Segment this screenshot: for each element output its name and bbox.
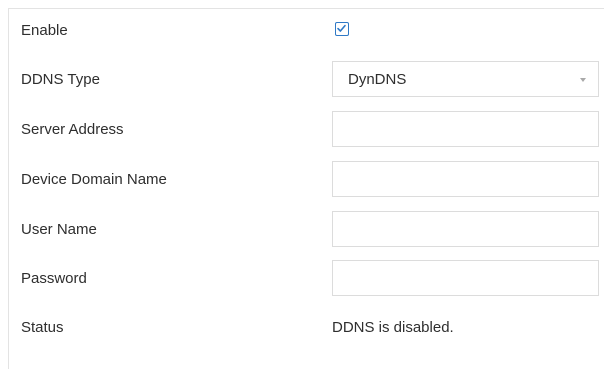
enable-checkbox[interactable] bbox=[335, 22, 349, 36]
ddns-type-selected-value: DynDNS bbox=[348, 71, 407, 88]
password-label: Password bbox=[21, 270, 87, 287]
user-name-input[interactable] bbox=[332, 211, 599, 247]
status-value: DDNS is disabled. bbox=[332, 319, 454, 336]
password-input[interactable] bbox=[332, 260, 599, 296]
server-address-input[interactable] bbox=[332, 111, 599, 147]
chevron-down-icon bbox=[580, 78, 586, 82]
server-address-label: Server Address bbox=[21, 121, 124, 138]
status-label: Status bbox=[21, 319, 64, 336]
ddns-type-select[interactable]: DynDNS bbox=[332, 61, 599, 97]
user-name-label: User Name bbox=[21, 221, 97, 238]
enable-label: Enable bbox=[21, 22, 68, 39]
checkmark-icon bbox=[337, 24, 346, 32]
device-domain-name-label: Device Domain Name bbox=[21, 171, 167, 188]
device-domain-name-input[interactable] bbox=[332, 161, 599, 197]
ddns-type-label: DDNS Type bbox=[21, 71, 100, 88]
